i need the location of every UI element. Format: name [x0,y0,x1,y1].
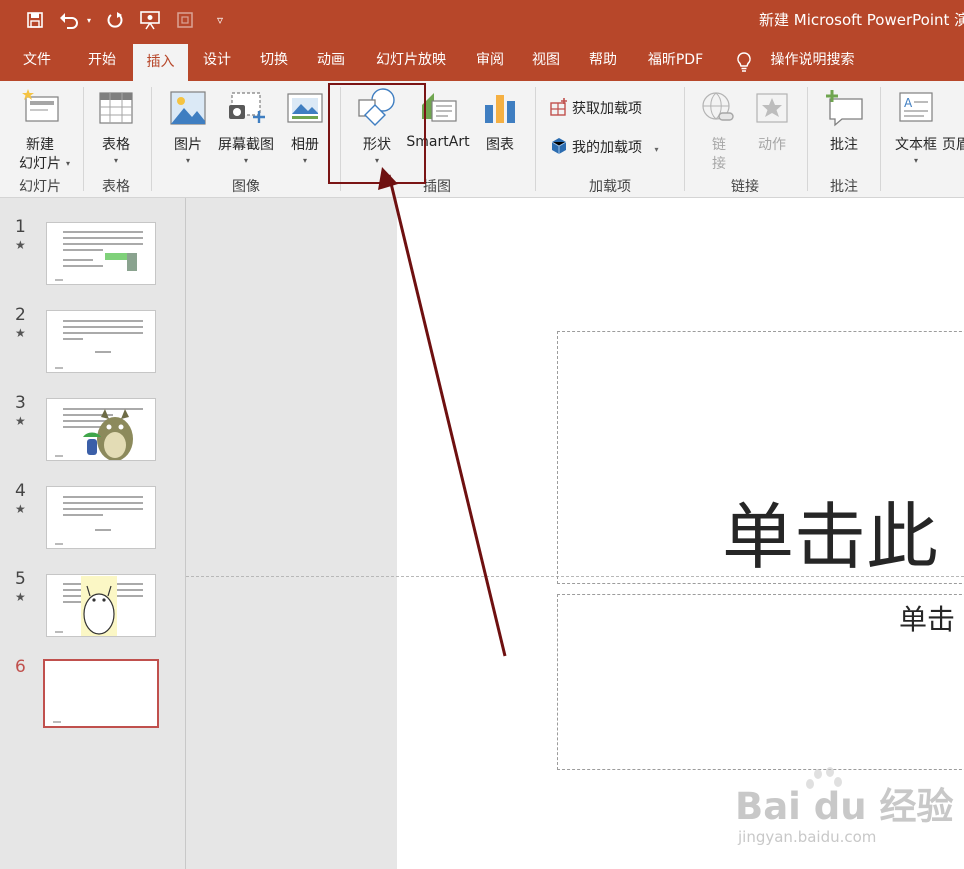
textbox-button[interactable]: A 文本框 ▾ [890,85,942,173]
ribbon-insert: 新建 幻灯片 ▾ 幻灯片 表格 ▾ 表格 图片 ▾ 屏幕截图 ▾ 相册 ▾ 图像… [0,81,964,198]
photo-album-icon [287,93,323,123]
subtitle-placeholder-text[interactable]: 单击 [899,598,955,638]
slide-thumbnail-2[interactable] [46,310,156,373]
slide-number: 4 [15,481,26,501]
save-icon[interactable] [24,8,46,32]
action-star-icon [756,93,788,123]
chevron-down-icon: ▾ [913,156,918,165]
present-icon[interactable] [138,8,162,32]
store-icon [550,98,567,116]
title-placeholder-text[interactable]: 单击此 [722,478,938,583]
animation-star-icon: ★ [15,590,26,604]
group-label-images: 图像 [232,179,260,195]
chevron-down-icon: ▾ [113,156,118,165]
group-divider [684,87,685,191]
link-button[interactable]: 链 接 [696,85,742,173]
group-divider [535,87,536,191]
tab-foxit-pdf[interactable]: 福昕PDF [638,40,713,81]
group-divider [151,87,152,191]
comment-icon [826,90,863,127]
slide-number: 3 [15,393,26,413]
table-button[interactable]: 表格 ▾ [88,85,144,173]
chevron-down-icon: ▾ [302,156,307,165]
tab-design[interactable]: 设计 [192,40,242,81]
tab-view[interactable]: 视图 [521,40,571,81]
picture-icon [170,91,206,125]
table-icon [99,92,133,124]
slide-number: 1 [15,217,26,237]
my-addins-button[interactable]: 我的加载项 ▾ [549,136,658,157]
group-label-links: 链接 [731,179,759,195]
chevron-down-icon: ▾ [654,145,659,154]
group-divider [807,87,808,191]
slide-number: 2 [15,305,26,325]
ribbon-tabs: 文件 开始 插入 设计 切换 动画 幻灯片放映 审阅 视图 帮助 福昕PDF 操… [0,40,964,81]
tab-help[interactable]: 帮助 [578,40,628,81]
chevron-down-icon: ▾ [243,156,248,165]
svg-text:A: A [904,96,913,110]
window-title: 新建 Microsoft PowerPoint 演 [759,11,964,29]
tab-slideshow[interactable]: 幻灯片放映 [366,40,456,81]
slide-number: 5 [15,569,26,589]
redo-icon[interactable] [104,8,126,32]
touch-mode-icon[interactable] [174,8,196,32]
totoro-illustration [83,409,133,460]
new-slide-icon [22,89,59,122]
tell-me-search[interactable]: 操作说明搜索 [760,40,865,81]
get-addins-button[interactable]: 获取加载项 [549,97,642,118]
tab-file[interactable]: 文件 [12,40,62,81]
totoro-sketch-illustration [81,576,117,636]
animation-star-icon: ★ [15,414,26,428]
tab-review[interactable]: 审阅 [465,40,515,81]
slide-thumbnail-6[interactable] [43,659,159,728]
title-bar: ▾ ▿ 新建 Microsoft PowerPoint 演 [0,0,964,40]
chevron-down-icon: ▾ [185,156,190,165]
undo-dropdown-icon[interactable]: ▾ [83,8,95,32]
slide-thumbnail-4[interactable] [46,486,156,549]
watermark-url: jingyan.baidu.com [738,828,877,846]
group-divider [880,87,881,191]
chart-button[interactable]: 图表 [476,85,524,173]
highlight-box [328,83,426,184]
new-slide-button[interactable]: 新建 幻灯片 ▾ [4,85,76,173]
animation-star-icon: ★ [15,502,26,516]
textbox-icon: A [899,92,933,122]
slide-thumbnail-5[interactable] [46,574,156,637]
watermark-brand: Bai du 经验 [735,785,954,828]
slide-number: 6 [15,657,26,677]
undo-icon[interactable] [58,8,80,32]
action-button[interactable]: 动作 [748,85,796,173]
chart-icon [485,95,515,123]
group-label-addins: 加载项 [589,179,631,195]
tab-transitions[interactable]: 切换 [249,40,299,81]
screenshot-icon [229,92,265,123]
group-label-tables: 表格 [102,179,130,195]
photo-album-button[interactable]: 相册 ▾ [282,85,328,173]
lightbulb-icon [737,52,751,72]
group-divider [83,87,84,191]
addin-cube-icon [551,138,567,154]
slide-thumbnail-1[interactable] [46,222,156,285]
animation-star-icon: ★ [15,326,26,340]
slide-thumbnail-3[interactable] [46,398,156,461]
comment-button[interactable]: 批注 [820,85,868,173]
tab-home[interactable]: 开始 [77,40,127,81]
screenshot-button[interactable]: 屏幕截图 ▾ [214,85,278,173]
group-label-comments: 批注 [830,179,858,195]
customize-qat-icon[interactable]: ▿ [210,8,230,32]
group-label-slides: 幻灯片 [19,179,61,195]
tab-animations[interactable]: 动画 [306,40,356,81]
header-footer-button[interactable]: 页眉 [942,85,964,173]
link-icon [702,92,734,121]
animation-star-icon: ★ [15,238,26,252]
picture-button[interactable]: 图片 ▾ [164,85,212,173]
tab-insert[interactable]: 插入 [133,44,188,81]
